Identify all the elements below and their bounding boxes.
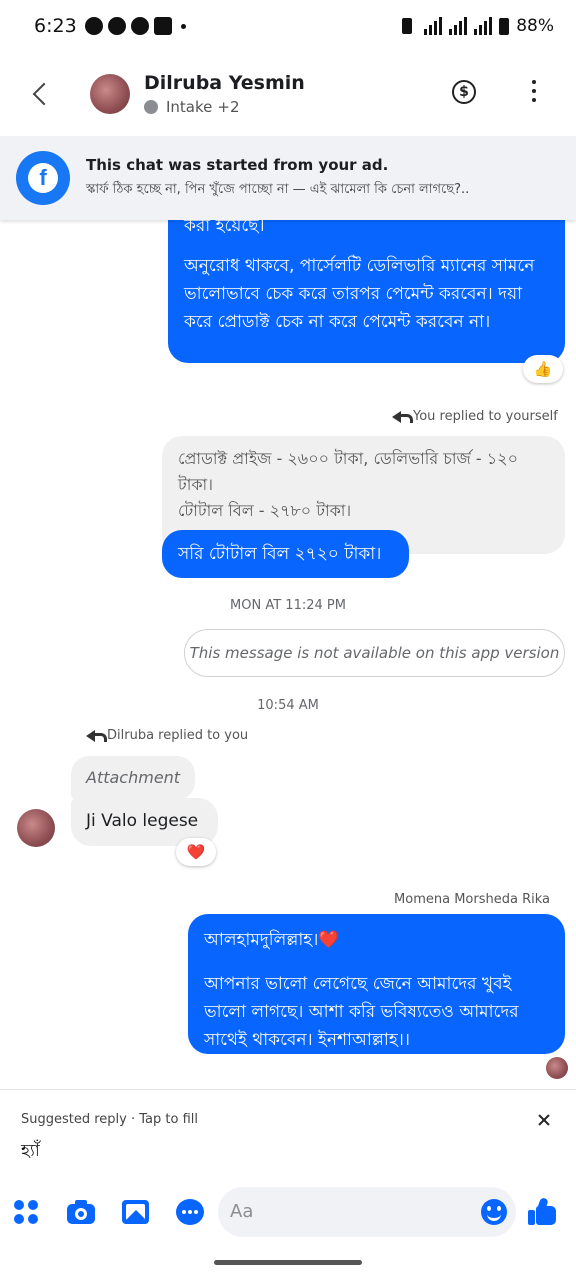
battery-icon (499, 17, 510, 35)
message-first-line: আলহামদুলিল্লাহ। (204, 930, 319, 950)
messenger-notification-icon-2 (107, 17, 126, 35)
outgoing-message-4[interactable]: আলহামদুলিল্লাহ।❤️ আপনার ভালো লেগেছে জেনে… (188, 914, 565, 1054)
signal-icon-2 (474, 17, 493, 35)
suggested-reply-label: Suggested reply · Tap to fill (21, 1112, 198, 1127)
contact-info[interactable]: Dilruba Yesmin Intake +2 (144, 72, 305, 116)
sync-notification-icon (130, 17, 149, 35)
quoted-line-1: প্রোডাক্ট প্রাইজ - ২৬০০ টাকা, ডেলিভারি চ… (178, 449, 518, 494)
wifi-icon (424, 17, 443, 35)
status-bar: 6:23 88% (0, 0, 576, 52)
message-body: আপনার ভালো লেগেছে জেনে আমাদের খুবই ভালো … (204, 974, 519, 1050)
battery-percent: 88% (516, 16, 554, 36)
timestamp-separator: MON AT 11:24 PM (230, 598, 346, 613)
status-right: 88% (402, 16, 554, 36)
composer: Aa (0, 1180, 576, 1244)
message-input[interactable]: Aa (218, 1187, 516, 1237)
reaction-thumbs-up[interactable]: 👍 (523, 355, 563, 383)
like-thumbs-up-icon[interactable] (528, 1196, 556, 1226)
messenger-notification-icon (84, 17, 103, 35)
sender-name: Momena Morsheda Rika (394, 892, 550, 907)
outgoing-message-2[interactable]: সরি টোটাল বিল ২৭২০ টাকা। (162, 530, 409, 578)
suggested-reply-value[interactable]: হ্যাঁ (21, 1138, 40, 1166)
label-text: Intake (166, 98, 213, 116)
ad-subtitle: স্কার্ফ ঠিক হচ্ছে না, পিন খুঁজে পাচ্ছো ন… (86, 181, 470, 197)
suggested-reply-bar: Suggested reply · Tap to fill হ্যাঁ (0, 1089, 576, 1171)
contact-avatar[interactable] (90, 74, 130, 114)
reply-arrow-icon (392, 410, 413, 423)
extra-labels: +2 (217, 98, 240, 116)
reply-arrow-icon (86, 729, 107, 742)
emoji-icon[interactable] (481, 1199, 507, 1225)
sender-avatar[interactable] (17, 809, 55, 847)
heart-emoji: ❤️ (318, 930, 340, 950)
more-options-icon[interactable] (532, 80, 536, 102)
camera-icon[interactable] (66, 1198, 95, 1226)
seen-avatar (546, 1057, 568, 1079)
label-dot-icon (144, 100, 158, 114)
ad-title: This chat was started from your ad. (86, 155, 389, 174)
reaction-heart[interactable]: ❤️ (176, 838, 216, 866)
more-notifications-icon (180, 23, 186, 29)
status-time: 6:23 (34, 15, 77, 37)
ad-text: This chat was started from your ad. স্কা… (86, 156, 469, 201)
more-actions-grid-icon[interactable] (14, 1198, 42, 1226)
attachment-preview[interactable]: Attachment (71, 756, 195, 800)
reply-note-self: You replied to yourself (392, 409, 558, 424)
input-placeholder: Aa (230, 1201, 254, 1222)
quoted-line-2: টোটাল বিল - ২৭৮০ টাকা। (178, 501, 352, 520)
chat-header: Dilruba Yesmin Intake +2 $ (0, 52, 576, 136)
contact-name: Dilruba Yesmin (144, 72, 305, 94)
home-indicator[interactable] (214, 1260, 362, 1265)
signal-icon (449, 17, 468, 35)
close-icon[interactable] (536, 1112, 552, 1128)
message-text: অনুরোধ থাকবে, পার্সেলটি ডেলিভারি ম্যানের… (184, 256, 535, 332)
facebook-logo-icon: f (16, 151, 70, 205)
saved-replies-icon[interactable] (176, 1198, 204, 1226)
message-line-1: আলহামদুলিল্লাহ।❤️ (204, 926, 551, 954)
timestamp-separator-2: 10:54 AM (257, 698, 319, 713)
payment-dollar-icon[interactable]: $ (452, 80, 476, 104)
shop-notification-icon (153, 17, 172, 35)
back-arrow-icon[interactable] (30, 82, 54, 106)
vibrate-icon (402, 18, 413, 34)
reply-note-text: Dilruba replied to you (107, 728, 249, 743)
gallery-icon[interactable] (121, 1198, 149, 1226)
ad-origin-banner[interactable]: f This chat was started from your ad. স্… (0, 136, 576, 220)
unavailable-message[interactable]: This message is not available on this ap… (184, 629, 565, 677)
reply-note-other: Dilruba replied to you (86, 728, 248, 743)
reply-note-text: You replied to yourself (413, 409, 558, 424)
contact-labels: Intake +2 (144, 98, 305, 116)
